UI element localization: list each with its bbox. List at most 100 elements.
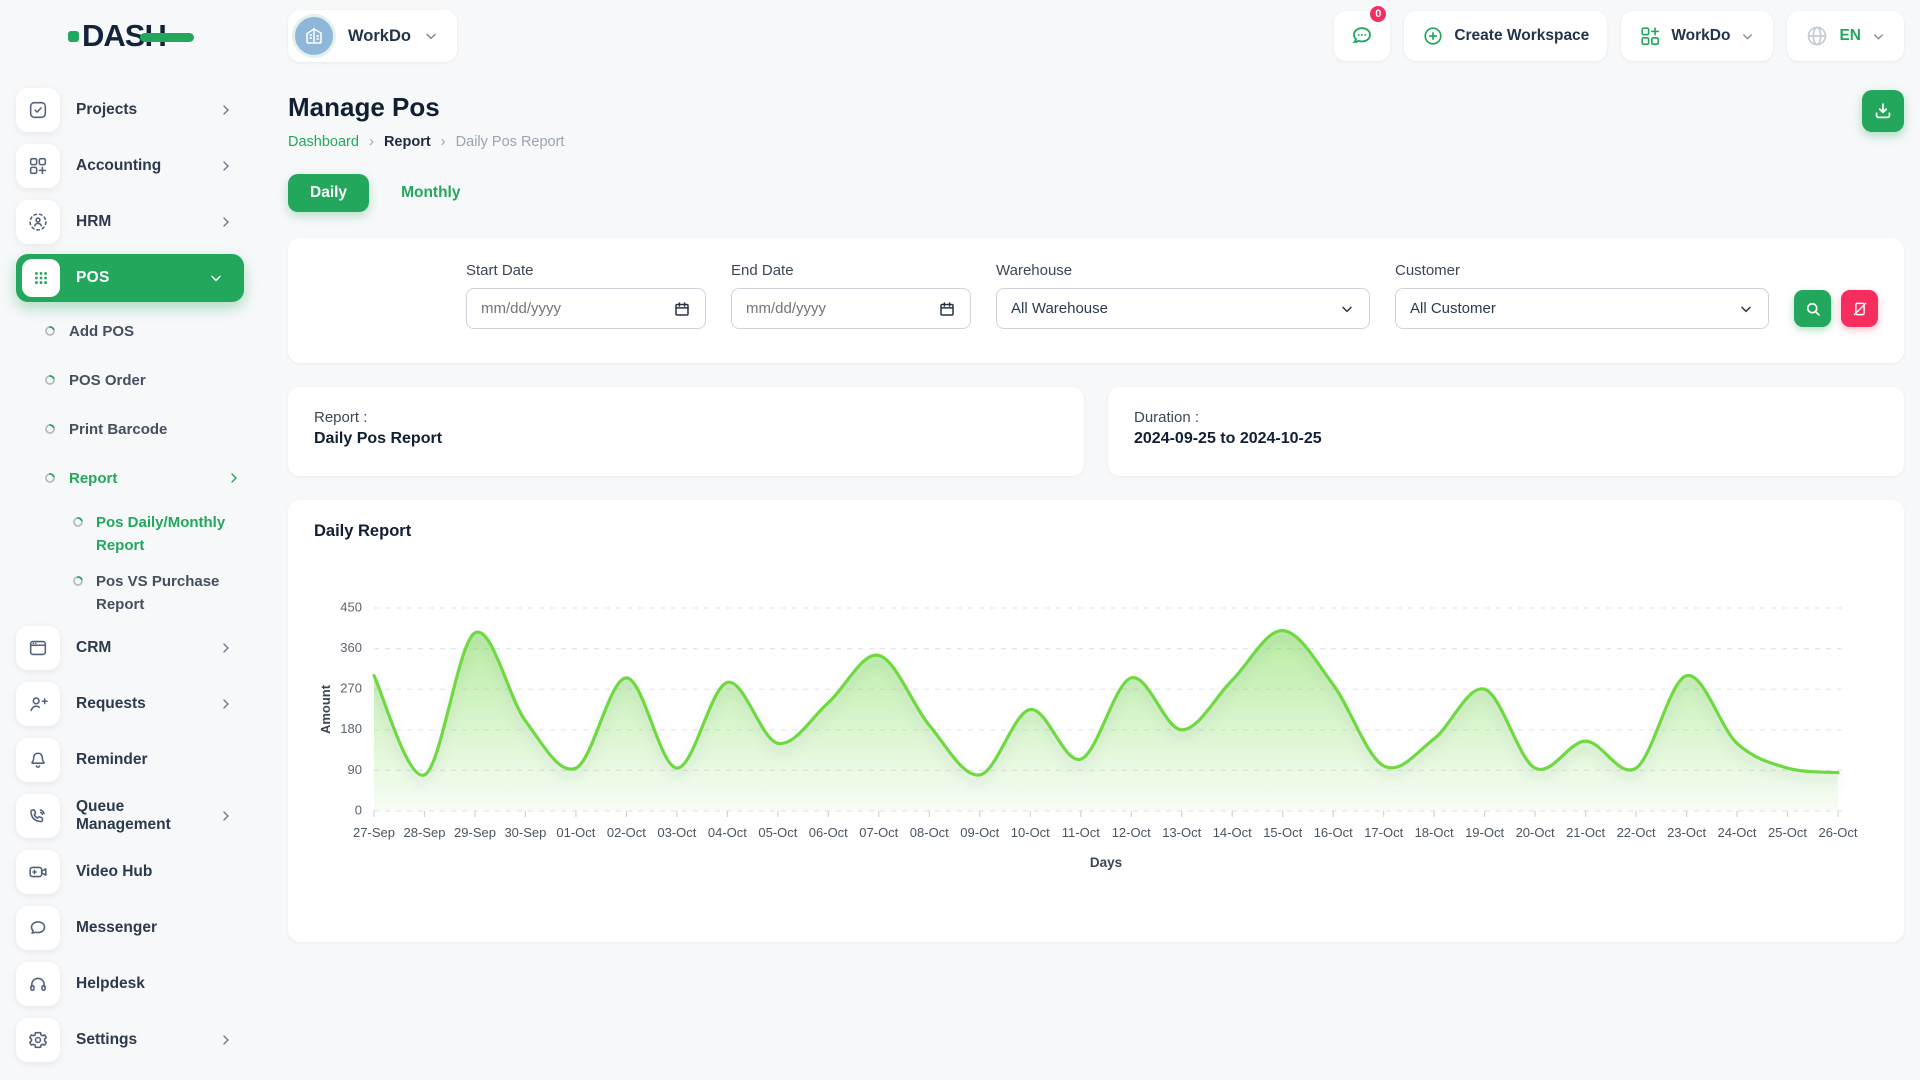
sidebar-item-messenger[interactable]: Messenger — [16, 904, 244, 952]
sidebar-item-helpdesk[interactable]: Helpdesk — [16, 960, 244, 1008]
svg-text:20-Oct: 20-Oct — [1516, 825, 1555, 840]
start-date-label: Start Date — [466, 262, 706, 279]
svg-text:06-Oct: 06-Oct — [809, 825, 848, 840]
sidebar-item-queue-management[interactable]: Queue Management — [16, 792, 244, 840]
customer-value: All Customer — [1410, 300, 1496, 317]
svg-text:15-Oct: 15-Oct — [1263, 825, 1302, 840]
breadcrumb: Dashboard›Report›Daily Pos Report — [288, 133, 564, 150]
svg-text:21-Oct: 21-Oct — [1566, 825, 1605, 840]
sidebar-item-accounting[interactable]: Accounting — [16, 142, 244, 190]
svg-text:17-Oct: 17-Oct — [1364, 825, 1403, 840]
dots-grid-icon — [31, 268, 51, 288]
svg-text:16-Oct: 16-Oct — [1314, 825, 1353, 840]
svg-text:28-Sep: 28-Sep — [404, 825, 446, 840]
sidebar-item-label: Pos Daily/Monthly Report — [96, 512, 236, 557]
workspace-selector[interactable]: WorkDo — [288, 10, 457, 62]
warehouse-value: All Warehouse — [1011, 300, 1108, 317]
search-icon — [1804, 300, 1822, 318]
warehouse-select[interactable]: All Warehouse — [996, 288, 1370, 329]
chevron-right-icon — [218, 158, 234, 174]
page-head: Manage Pos Dashboard›Report›Daily Pos Re… — [288, 74, 1904, 150]
filter-card: Start Date End Date — [288, 238, 1904, 363]
svg-text:Days: Days — [1090, 855, 1122, 870]
reset-filter-button[interactable] — [1841, 290, 1878, 327]
sidebar-item-report[interactable]: Report — [44, 458, 244, 498]
create-workspace-button[interactable]: Create Workspace — [1404, 11, 1607, 61]
apply-filter-button[interactable] — [1794, 290, 1831, 327]
sidebar-item-label: Reminder — [76, 751, 148, 769]
warehouse-label: Warehouse — [996, 262, 1370, 279]
person-dashed-icon — [27, 211, 49, 233]
checkbox-icon — [27, 99, 49, 121]
submenu-bullet-icon — [72, 575, 84, 587]
sidebar-item-pos-daily-monthly-report[interactable]: Pos Daily/Monthly Report — [72, 512, 244, 557]
workspace-name: WorkDo — [348, 27, 411, 46]
language-selector[interactable]: EN — [1787, 11, 1904, 61]
duration-value: 2024-09-25 to 2024-10-25 — [1134, 430, 1878, 448]
chevron-right-icon — [218, 214, 234, 230]
svg-text:24-Oct: 24-Oct — [1717, 825, 1756, 840]
sidebar-item-print-barcode[interactable]: Print Barcode — [44, 409, 244, 449]
sidebar-item-reminder[interactable]: Reminder — [16, 736, 244, 784]
chevron-down-icon — [1740, 29, 1755, 44]
video-camera-icon — [27, 861, 49, 883]
page-title: Manage Pos — [288, 92, 564, 123]
sidebar-item-label: Video Hub — [76, 863, 152, 881]
sidebar-item-pos[interactable]: POS — [16, 254, 244, 302]
sidebar-item-projects[interactable]: Projects — [16, 86, 244, 134]
filter-form: Start Date End Date — [314, 262, 1878, 329]
sidebar-item-hrm[interactable]: HRM — [16, 198, 244, 246]
submenu-bullet-icon — [44, 374, 56, 386]
sidebar-item-label: Messenger — [76, 919, 157, 937]
end-date-text[interactable] — [746, 300, 896, 317]
gear-icon — [27, 1029, 49, 1051]
sidebar-nav: Projects Accounting HRM POS Add POS POS Order… — [0, 72, 260, 1064]
chevron-down-icon — [1738, 301, 1754, 317]
svg-text:Amount: Amount — [318, 684, 333, 734]
svg-text:19-Oct: 19-Oct — [1465, 825, 1504, 840]
sidebar-item-add-pos[interactable]: Add POS — [44, 311, 244, 351]
chevron-right-icon — [218, 640, 234, 656]
sidebar-item-label: Queue Management — [76, 798, 218, 834]
start-date-input[interactable] — [466, 288, 706, 329]
sidebar-item-crm[interactable]: CRM — [16, 624, 244, 672]
breadcrumb-dashboard[interactable]: Dashboard — [288, 134, 359, 150]
headset-icon — [27, 973, 49, 995]
end-date-field: End Date — [731, 262, 971, 329]
end-date-input[interactable] — [731, 288, 971, 329]
sidebar-item-pos-vs-purchase-report[interactable]: Pos VS Purchase Report — [72, 571, 244, 616]
sidebar-item-settings[interactable]: Settings — [16, 1016, 244, 1064]
breadcrumb-separator: › — [441, 133, 446, 150]
svg-text:27-Sep: 27-Sep — [353, 825, 395, 840]
sidebar-icon-tile — [16, 626, 60, 670]
bell-icon — [27, 749, 49, 771]
start-date-text[interactable] — [481, 300, 631, 317]
svg-text:03-Oct: 03-Oct — [657, 825, 696, 840]
sidebar-item-video-hub[interactable]: Video Hub — [16, 848, 244, 896]
tab-monthly[interactable]: Monthly — [379, 174, 482, 212]
report-mode-tabs: Daily Monthly — [288, 174, 1904, 212]
svg-text:05-Oct: 05-Oct — [758, 825, 797, 840]
download-icon — [1872, 100, 1894, 122]
sidebar-icon-tile — [16, 794, 60, 838]
sidebar-item-label: Add POS — [69, 323, 134, 340]
sidebar-icon-tile — [16, 88, 60, 132]
sidebar-item-requests[interactable]: Requests — [16, 680, 244, 728]
browser-icon — [27, 637, 49, 659]
sidebar-icon-tile — [16, 962, 60, 1006]
grid-plus-icon — [1639, 25, 1661, 47]
sidebar-icon-tile — [16, 850, 60, 894]
tab-daily[interactable]: Daily — [288, 174, 369, 212]
notifications-button[interactable]: 0 — [1334, 11, 1390, 61]
sidebar-icon-tile — [16, 682, 60, 726]
download-button[interactable] — [1862, 90, 1904, 132]
sidebar-item-pos-order[interactable]: POS Order — [44, 360, 244, 400]
svg-text:04-Oct: 04-Oct — [708, 825, 747, 840]
customer-label: Customer — [1395, 262, 1769, 279]
sidebar-item-label: Helpdesk — [76, 975, 145, 993]
breadcrumb-report[interactable]: Report — [384, 134, 431, 150]
workspace-switcher-button[interactable]: WorkDo — [1621, 11, 1773, 61]
customer-field: Customer All Customer — [1395, 262, 1769, 329]
filter-actions — [1794, 290, 1878, 329]
customer-select[interactable]: All Customer — [1395, 288, 1769, 329]
